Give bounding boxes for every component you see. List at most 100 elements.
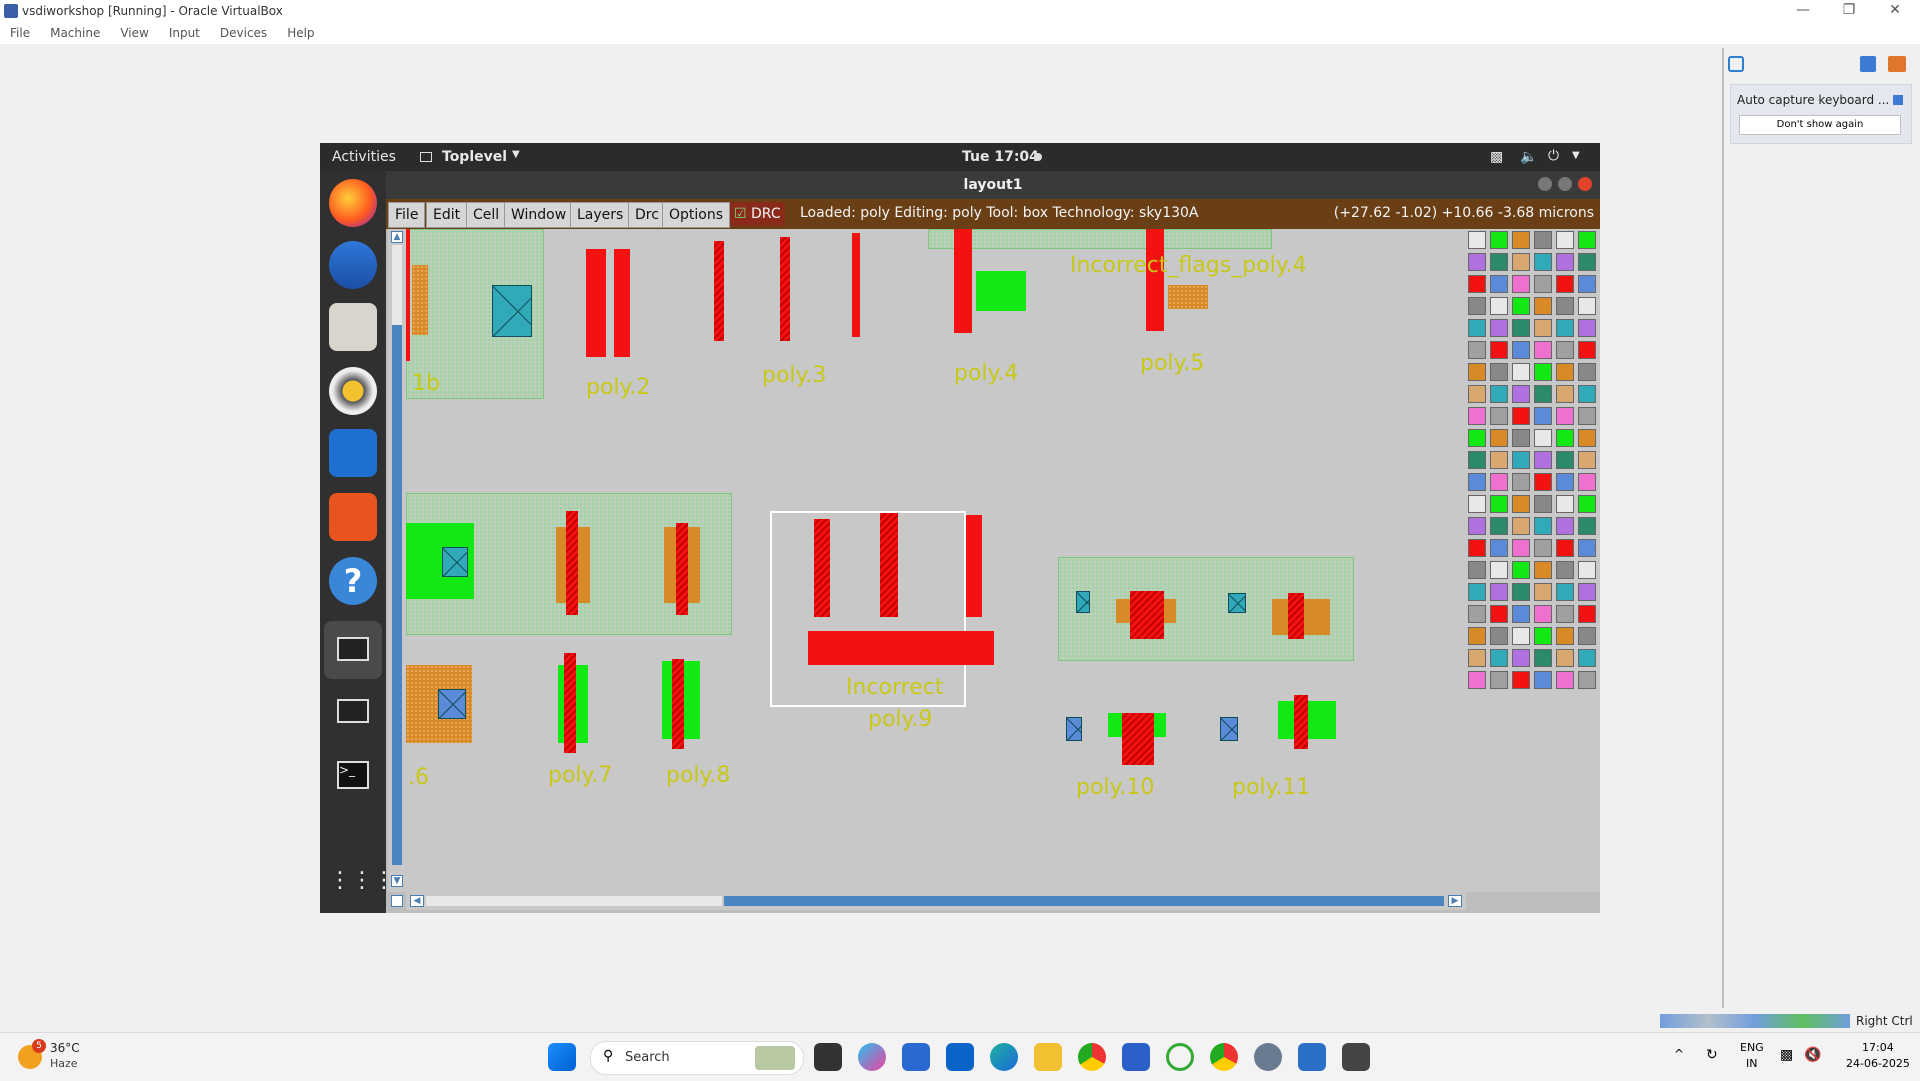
magic-menu-layers[interactable]: Layers [570, 202, 631, 228]
network-tray-icon[interactable]: ▩ [1780, 1047, 1793, 1063]
layer-swatch[interactable] [1578, 539, 1596, 557]
layer-swatch[interactable] [1490, 407, 1508, 425]
layer-swatch[interactable] [1534, 297, 1552, 315]
layer-swatch[interactable] [1512, 561, 1530, 579]
layer-swatch[interactable] [1534, 253, 1552, 271]
layer-swatch[interactable] [1556, 363, 1574, 381]
magic-menu-options[interactable]: Options [662, 202, 731, 228]
layer-swatch[interactable] [1578, 275, 1596, 293]
layer-swatch[interactable] [1556, 495, 1574, 513]
layer-swatch[interactable] [1556, 649, 1574, 667]
layer-swatch[interactable] [1556, 275, 1574, 293]
layer-swatch[interactable] [1490, 539, 1508, 557]
close-icon[interactable]: ✕ [1880, 2, 1910, 20]
layer-swatch[interactable] [1556, 671, 1574, 689]
store-icon[interactable] [1122, 1043, 1150, 1071]
layer-swatch[interactable] [1490, 429, 1508, 447]
layer-swatch[interactable] [1490, 319, 1508, 337]
layer-swatch[interactable] [1490, 627, 1508, 645]
refresh-app-icon[interactable] [1166, 1043, 1194, 1071]
layer-swatch[interactable] [1578, 649, 1596, 667]
layer-swatch[interactable] [1490, 253, 1508, 271]
layer-swatch[interactable] [1468, 451, 1486, 469]
layer-swatch[interactable] [1578, 473, 1596, 491]
scroll-up-icon[interactable]: ▲ [391, 231, 403, 243]
scroll-right-icon[interactable]: ▶ [1448, 895, 1462, 907]
tray-chevron-icon[interactable]: ^ [1674, 1047, 1684, 1061]
layer-swatch[interactable] [1578, 627, 1596, 645]
layer-swatch[interactable] [1578, 517, 1596, 535]
taskbar-search[interactable]: ⚲ Search [590, 1041, 804, 1075]
layer-swatch[interactable] [1468, 495, 1486, 513]
window-maximize-icon[interactable] [1558, 177, 1572, 191]
vbox-menu-file[interactable]: File [10, 26, 30, 40]
sync-icon[interactable]: ↻ [1706, 1047, 1718, 1063]
layer-swatch[interactable] [1512, 605, 1530, 623]
layer-swatch[interactable] [1512, 495, 1530, 513]
dont-show-again-button[interactable]: Don't show again [1739, 115, 1901, 135]
layer-swatch[interactable] [1556, 539, 1574, 557]
layer-swatch[interactable] [1512, 473, 1530, 491]
layer-swatch[interactable] [1468, 539, 1486, 557]
weather-desc[interactable]: Haze [50, 1057, 78, 1070]
software-icon[interactable] [329, 493, 377, 541]
system-menu-chevron-icon[interactable]: ▼ [1572, 150, 1580, 161]
layer-swatch[interactable] [1490, 473, 1508, 491]
rhythmbox-icon[interactable] [329, 367, 377, 415]
vbox-menu-machine[interactable]: Machine [50, 26, 100, 40]
layer-swatch[interactable] [1512, 627, 1530, 645]
layer-swatch[interactable] [1534, 363, 1552, 381]
layer-swatch[interactable] [1490, 297, 1508, 315]
layer-swatch[interactable] [1578, 583, 1596, 601]
layer-swatch[interactable] [1490, 275, 1508, 293]
layer-swatch[interactable] [1578, 231, 1596, 249]
layer-swatch[interactable] [1578, 561, 1596, 579]
volume-icon[interactable]: 🔈 [1520, 149, 1537, 165]
layer-swatch[interactable] [1556, 561, 1574, 579]
layer-swatch[interactable] [1468, 297, 1486, 315]
hscroll-thumb[interactable] [724, 896, 1444, 906]
layer-swatch[interactable] [1512, 429, 1530, 447]
layer-swatch[interactable] [1468, 517, 1486, 535]
layer-swatch[interactable] [1512, 407, 1530, 425]
show-apps-icon[interactable]: ⋮⋮⋮ [329, 857, 395, 905]
activities-button[interactable]: Activities [332, 149, 396, 165]
magic-app-active-icon[interactable] [324, 621, 382, 679]
layer-swatch[interactable] [1468, 363, 1486, 381]
layer-swatch[interactable] [1468, 319, 1486, 337]
layer-swatch[interactable] [1534, 231, 1552, 249]
layer-swatch[interactable] [1512, 517, 1530, 535]
virtualbox-taskbar-icon[interactable] [1298, 1043, 1326, 1071]
layer-swatch[interactable] [1468, 231, 1486, 249]
weather-temp[interactable]: 36°C [50, 1041, 80, 1055]
magic-menu-drc[interactable]: Drc [628, 202, 666, 228]
windows-start-icon[interactable] [548, 1043, 576, 1071]
chrome-icon[interactable] [1078, 1043, 1106, 1071]
layer-swatch[interactable] [1512, 451, 1530, 469]
layer-swatch[interactable] [1534, 275, 1552, 293]
layer-swatch[interactable] [1534, 495, 1552, 513]
layer-swatch[interactable] [1556, 627, 1574, 645]
network-icon[interactable]: ▩ [1490, 149, 1503, 165]
layer-swatch[interactable] [1534, 517, 1552, 535]
layer-swatch[interactable] [1490, 561, 1508, 579]
layer-swatch[interactable] [1578, 671, 1596, 689]
layer-swatch[interactable] [1490, 583, 1508, 601]
layer-swatch[interactable] [1468, 649, 1486, 667]
layer-swatch[interactable] [1512, 231, 1530, 249]
layer-swatch[interactable] [1512, 275, 1530, 293]
layer-swatch[interactable] [1534, 605, 1552, 623]
scroll-left-icon[interactable]: ◀ [410, 895, 424, 907]
edge-icon[interactable] [990, 1043, 1018, 1071]
layer-swatch[interactable] [1534, 341, 1552, 359]
layer-swatch[interactable] [1490, 363, 1508, 381]
layer-swatch[interactable] [1534, 473, 1552, 491]
vscroll-thumb[interactable] [392, 325, 402, 865]
layer-swatch[interactable] [1490, 451, 1508, 469]
layer-swatch[interactable] [1556, 429, 1574, 447]
vbox-status-icons[interactable] [1660, 1014, 1850, 1028]
layer-swatch[interactable] [1534, 429, 1552, 447]
layer-swatch[interactable] [1578, 297, 1596, 315]
layer-swatch[interactable] [1578, 341, 1596, 359]
layer-swatch[interactable] [1512, 297, 1530, 315]
